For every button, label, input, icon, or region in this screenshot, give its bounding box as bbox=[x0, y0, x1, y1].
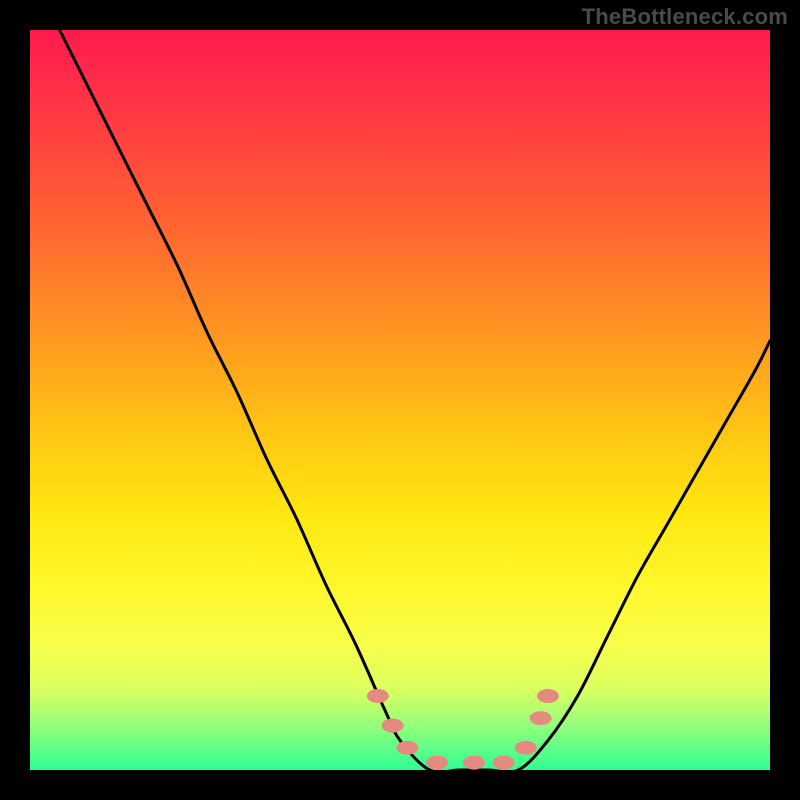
watermark-text: TheBottleneck.com bbox=[582, 4, 788, 30]
marker-point bbox=[463, 756, 485, 770]
bottleneck-curve bbox=[60, 30, 770, 772]
curve-svg bbox=[30, 30, 770, 770]
marker-point bbox=[426, 756, 448, 770]
marker-point bbox=[382, 719, 404, 733]
marker-point bbox=[396, 741, 418, 755]
highlight-markers bbox=[367, 689, 559, 770]
marker-point bbox=[537, 689, 559, 703]
marker-point bbox=[530, 711, 552, 725]
plot-area bbox=[30, 30, 770, 770]
chart-frame: TheBottleneck.com bbox=[0, 0, 800, 800]
marker-point bbox=[515, 741, 537, 755]
marker-point bbox=[367, 689, 389, 703]
marker-point bbox=[493, 756, 515, 770]
